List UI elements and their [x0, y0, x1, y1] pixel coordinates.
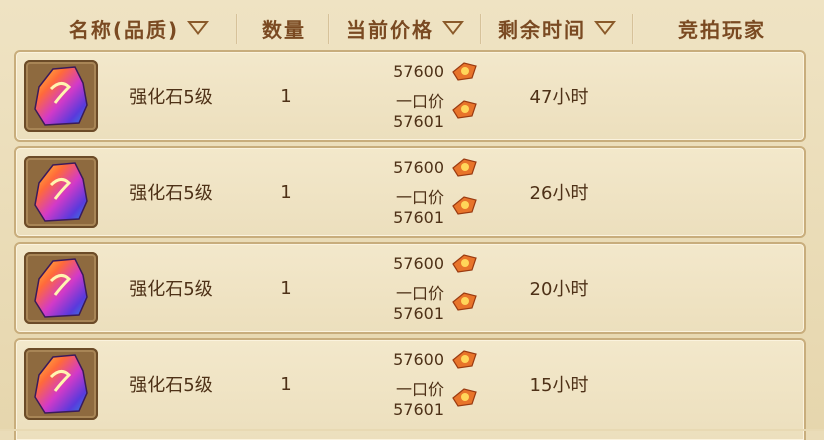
item-name: 强化石5级 [129, 183, 213, 204]
buyout-label: 一口价 [395, 284, 444, 303]
item-slot[interactable] [24, 156, 98, 228]
gold-coin-ticket-icon [452, 254, 477, 273]
gold-coin-ticket-icon [452, 100, 477, 119]
time-left: 47小时 [529, 87, 589, 108]
item-slot[interactable] [24, 348, 98, 420]
bid-price: 57600 [393, 350, 444, 369]
bidder-name [636, 340, 802, 428]
time-left: 15小时 [529, 375, 589, 396]
bid-price: 57600 [393, 254, 444, 273]
column-name-quality[interactable]: 名称(品质) [34, 8, 244, 48]
table-row[interactable]: 强化石5级 1 57600 一口价 57601 15小时 [14, 338, 806, 440]
buyout-price: 57601 [393, 304, 444, 323]
sort-triangle-icon[interactable] [187, 21, 210, 35]
rainbow-gem-icon [34, 258, 88, 318]
sort-triangle-icon[interactable] [442, 21, 464, 35]
item-quantity: 1 [280, 85, 292, 107]
table-row[interactable]: 强化石5级 1 57600 一口价 57601 26小时 [14, 146, 806, 238]
rainbow-gem-icon [34, 162, 88, 222]
table-row[interactable]: 强化石5级 1 57600 一口价 57601 20小时 [14, 242, 806, 334]
buyout-price: 57601 [393, 112, 444, 131]
column-remaining-time[interactable]: 剩余时间 [482, 8, 632, 48]
column-current-price[interactable]: 当前价格 [330, 8, 480, 48]
buyout-label: 一口价 [395, 92, 444, 111]
column-quantity-label: 数量 [262, 17, 306, 42]
item-quantity: 1 [280, 373, 292, 395]
column-bidder: 竞拍玩家 [634, 8, 810, 48]
gold-coin-ticket-icon [452, 62, 477, 81]
sort-triangle-icon[interactable] [594, 21, 616, 35]
column-name-quality-label: 名称(品质) [68, 17, 180, 42]
time-left: 26小时 [529, 183, 589, 204]
gold-coin-ticket-icon [452, 158, 477, 177]
time-left: 20小时 [529, 279, 589, 300]
gold-coin-ticket-icon [452, 350, 477, 369]
rainbow-gem-icon [34, 354, 88, 414]
item-name: 强化石5级 [129, 279, 213, 300]
item-name: 强化石5级 [129, 375, 213, 396]
price-cell: 57600 一口价 57601 [372, 344, 482, 424]
item-slot[interactable] [24, 60, 98, 132]
bid-price: 57600 [393, 62, 444, 81]
auction-panel: 名称(品质) 数量 当前价格 剩余时间 竞拍玩家 强化石5级 1 57600 一… [0, 0, 824, 440]
price-cell: 57600 一口价 57601 [372, 152, 482, 232]
bidder-name [636, 148, 802, 236]
table-header: 名称(品质) 数量 当前价格 剩余时间 竞拍玩家 [14, 8, 810, 48]
buyout-price: 57601 [393, 208, 444, 227]
gold-coin-ticket-icon [452, 292, 477, 311]
bid-price: 57600 [393, 158, 444, 177]
gold-coin-ticket-icon [452, 196, 477, 215]
bidder-name [636, 52, 802, 140]
buyout-price: 57601 [393, 400, 444, 419]
column-remaining-time-label: 剩余时间 [498, 17, 586, 42]
buyout-label: 一口价 [395, 188, 444, 207]
column-quantity: 数量 [240, 8, 328, 48]
price-cell: 57600 一口价 57601 [372, 248, 482, 328]
item-slot[interactable] [24, 252, 98, 324]
bidder-name [636, 244, 802, 332]
gold-coin-ticket-icon [452, 388, 477, 407]
price-cell: 57600 一口价 57601 [372, 56, 482, 136]
item-name: 强化石5级 [129, 87, 213, 108]
buyout-label: 一口价 [395, 380, 444, 399]
table-row[interactable]: 强化石5级 1 57600 一口价 57601 47小时 [14, 50, 806, 142]
header-divider [236, 14, 238, 44]
column-bidder-label: 竞拍玩家 [678, 17, 766, 42]
rainbow-gem-icon [34, 66, 88, 126]
item-quantity: 1 [280, 277, 292, 299]
item-quantity: 1 [280, 181, 292, 203]
column-current-price-label: 当前价格 [346, 17, 434, 42]
